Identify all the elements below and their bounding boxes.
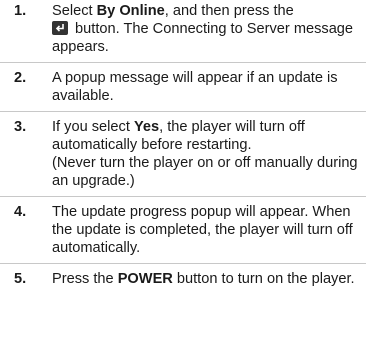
enter-button-icon (52, 21, 68, 35)
step-text: A popup message will appear if an update… (52, 70, 338, 104)
step-text: button. The Connecting to Server message… (52, 21, 354, 55)
step-text: , and then press the (164, 3, 294, 19)
step-text: Press the (52, 271, 118, 287)
step-1: 1. Select By Online, and then press the … (0, 0, 366, 63)
step-number: 4. (14, 204, 27, 220)
step-bold-text: By Online (96, 3, 165, 19)
step-text: If you select (52, 119, 134, 135)
step-bold-text: POWER (117, 271, 173, 287)
step-4: 4. The update progress popup will appear… (0, 197, 366, 264)
step-5: 5. Press the POWER button to turn on the… (0, 264, 366, 294)
step-number: 3. (14, 119, 27, 135)
step-text: The update progress popup will appear. W… (52, 204, 353, 256)
step-number: 5. (14, 271, 27, 287)
step-bold-text: Yes (133, 119, 160, 135)
instruction-steps: 1. Select By Online, and then press the … (0, 0, 366, 294)
step-number: 2. (14, 70, 27, 86)
step-2: 2. A popup message will appear if an upd… (0, 63, 366, 112)
step-text: button to turn on the player. (172, 271, 355, 287)
step-3: 3. If you select Yes, the player will tu… (0, 112, 366, 197)
step-text: Select (52, 3, 97, 19)
step-note: (Never turn the player on or off manuall… (52, 155, 358, 189)
step-number: 1. (14, 3, 27, 19)
